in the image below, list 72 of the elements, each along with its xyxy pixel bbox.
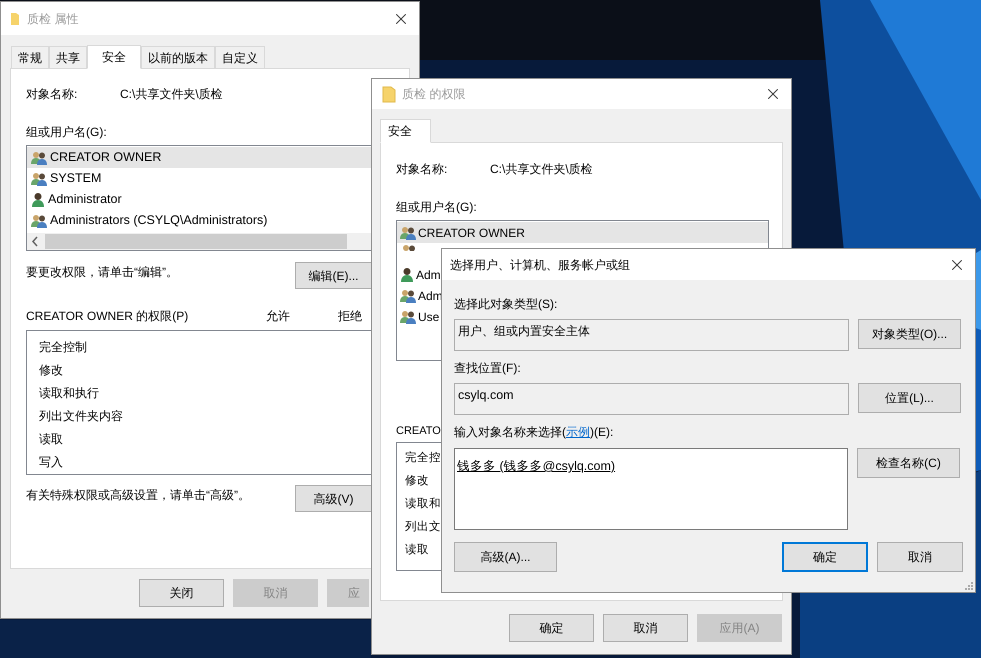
object-names-field[interactable]: 钱多多 (钱多多@csylq.com) — [454, 448, 848, 530]
permissions-label: CREATOR OWNER 的权限(P) — [26, 308, 190, 325]
dialog-button[interactable]: 位置(L)... — [858, 383, 961, 413]
tab[interactable]: 安全 — [87, 45, 141, 69]
dialog-button[interactable]: 对象类型(O)... — [858, 319, 961, 349]
advanced-hint: 有关特殊权限或高级设置，请单击“高级”。 — [26, 487, 251, 504]
permission-name: 读取和执行 — [39, 385, 99, 402]
column-header: 允许 — [266, 308, 291, 325]
user-icon — [31, 192, 45, 207]
dialog-button[interactable]: 确定 — [782, 542, 868, 572]
user-list-item[interactable]: Administrators (CSYLQ\Administrators) — [27, 210, 372, 231]
dialog-button[interactable]: 取消 — [877, 542, 963, 572]
column-header: 拒绝 — [338, 308, 362, 325]
dialog-button[interactable]: 关闭 — [139, 579, 224, 607]
user-list-item[interactable]: Adm — [397, 264, 441, 285]
dialog-button[interactable]: 高级(V) — [295, 485, 371, 512]
user-group-icon — [31, 150, 47, 164]
permissions-label: CREATO — [396, 424, 441, 439]
user-group-icon — [400, 310, 416, 324]
permission-name: 写入 — [39, 454, 63, 471]
user-group-icon — [400, 226, 416, 240]
object-names-label: 输入对象名称来选择(示例)(E): — [454, 424, 614, 440]
user-list-item[interactable]: CREATOR OWNER — [27, 147, 372, 168]
tab[interactable]: 以前的版本 — [141, 46, 215, 68]
user-list-item[interactable]: CREATOR OWNER — [397, 222, 768, 243]
dialog-button[interactable]: 确定 — [509, 614, 594, 642]
groups-label: 组或用户名(G): — [396, 199, 478, 215]
dialog-button[interactable]: 编辑(E)... — [295, 262, 371, 289]
dialog-button[interactable]: 检查名称(C) — [857, 448, 960, 478]
folder-icon — [11, 12, 19, 24]
user-group-icon — [31, 214, 47, 228]
permission-name: 修改 — [405, 474, 429, 489]
permission-name: 完全控 — [405, 450, 441, 466]
object-name-label: 对象名称: — [26, 86, 78, 103]
tab[interactable]: 常规 — [11, 46, 49, 68]
user-group-icon — [401, 244, 417, 251]
permission-name: 列出文 — [405, 520, 441, 535]
folder-icon — [382, 86, 396, 102]
tab[interactable]: 自定义 — [215, 46, 265, 68]
window-title: 选择用户、计算机、服务帐户或组 — [450, 256, 631, 274]
object-type-field: 用户、组或内置安全主体 — [454, 319, 849, 351]
tab[interactable]: 共享 — [49, 46, 87, 68]
groups-label: 组或用户名(G): — [26, 124, 108, 140]
edit-hint: 要更改权限，请单击“编辑”。 — [26, 264, 179, 281]
permission-name: 读取和 — [405, 496, 441, 512]
window-title: 质检 的权限 — [402, 86, 466, 103]
permission-name: 修改 — [39, 362, 63, 379]
user-group-icon — [31, 172, 47, 186]
user-list-item[interactable]: Use — [397, 306, 440, 327]
user-group-icon — [400, 288, 416, 302]
object-path: C:\共享文件夹\质检 — [490, 161, 593, 178]
location-field: csylq.com — [454, 383, 849, 415]
user-list-item[interactable]: Administrator — [27, 189, 372, 210]
horizontal-scrollbar[interactable] — [27, 233, 372, 250]
user-list-item[interactable]: SYSTEM — [27, 168, 372, 189]
permission-name: 列出文件夹内容 — [39, 408, 123, 425]
location-label: 查找位置(F): — [454, 360, 522, 376]
dialog-button[interactable]: 高级(A)... — [454, 542, 557, 572]
examples-link[interactable]: 示例 — [566, 425, 590, 439]
window-title: 质检 属性 — [27, 10, 80, 28]
permission-name: 完全控制 — [39, 339, 87, 356]
user-icon — [400, 267, 414, 282]
permission-name: 读取 — [405, 542, 429, 558]
object-type-label: 选择此对象类型(S): — [454, 296, 558, 312]
tab[interactable]: 安全 — [380, 119, 431, 143]
dialog-button[interactable]: 取消 — [603, 614, 688, 642]
resolved-name: 钱多多 (钱多多@csylq.com) — [457, 459, 616, 473]
object-name-label: 对象名称: — [396, 161, 448, 178]
resize-grip-icon[interactable] — [963, 580, 973, 590]
permission-name: 读取 — [39, 431, 63, 448]
object-path: C:\共享文件夹\质检 — [120, 86, 223, 103]
scrollbar-thumb[interactable] — [45, 234, 347, 249]
